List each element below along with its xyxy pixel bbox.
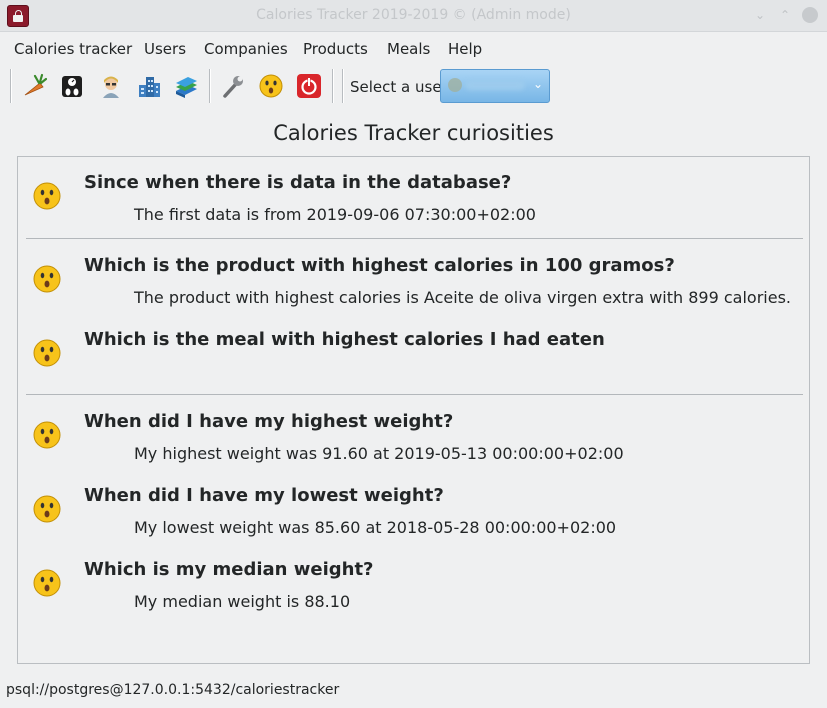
surprised-face-icon	[32, 181, 62, 211]
title-bar: Calories Tracker 2019-2019 © (Admin mode…	[0, 0, 827, 32]
close-icon[interactable]	[802, 7, 818, 23]
curiosity-answer: My highest weight was 91.60 at 2019-05-1…	[134, 444, 624, 463]
user-select[interactable]: ⌄	[440, 69, 550, 103]
toolbar-separator	[209, 69, 211, 103]
curiosity-question: Which is my median weight?	[84, 559, 374, 580]
books-icon[interactable]	[171, 71, 201, 101]
menu-meals[interactable]: Meals	[387, 40, 430, 58]
wrench-icon[interactable]	[218, 71, 248, 101]
menu-companies[interactable]: Companies	[204, 40, 288, 58]
surprised-face-icon	[32, 264, 62, 294]
maximize-icon[interactable]: ⌃	[778, 8, 792, 22]
menu-products[interactable]: Products	[303, 40, 368, 58]
select-user-label: Select a user	[350, 78, 448, 96]
carrot-food-icon[interactable]	[19, 71, 49, 101]
minimize-icon[interactable]: ⌄	[753, 8, 767, 22]
surprised-face-icon[interactable]	[256, 71, 286, 101]
power-exit-icon[interactable]	[294, 71, 324, 101]
toolbar-separator	[332, 69, 334, 103]
curiosity-answer: The product with highest calories is Ace…	[134, 288, 791, 307]
curiosity-question: When did I have my highest weight?	[84, 411, 454, 432]
curiosity-answer: My median weight is 88.10	[134, 592, 351, 611]
curiosity-answer: The first data is from 2019-09-06 07:30:…	[134, 205, 536, 224]
curiosities-panel: Since when there is data in the database…	[17, 156, 810, 664]
toolbar-separator	[10, 69, 12, 103]
menu-help[interactable]: Help	[448, 40, 482, 58]
page-title: Calories Tracker curiosities	[273, 121, 554, 145]
selected-user-value	[465, 80, 525, 90]
curiosity-answer: My lowest weight was 85.60 at 2018-05-28…	[134, 518, 617, 537]
surprised-face-icon	[32, 420, 62, 450]
weight-scale-icon[interactable]	[57, 71, 87, 101]
surprised-face-icon	[32, 568, 62, 598]
toolbar: Select a user ⌄	[0, 66, 827, 106]
curiosity-question: Since when there is data in the database…	[84, 172, 512, 193]
menu-calories-tracker[interactable]: Calories tracker	[14, 40, 132, 58]
curiosity-question: Which is the meal with highest calories …	[84, 329, 605, 350]
user-portrait-icon[interactable]	[96, 71, 126, 101]
surprised-face-icon	[32, 494, 62, 524]
surprised-face-icon	[32, 338, 62, 368]
menu-bar: Calories tracker Users Companies Product…	[0, 36, 827, 62]
divider	[26, 238, 803, 239]
curiosity-question: Which is the product with highest calori…	[84, 255, 675, 276]
menu-users[interactable]: Users	[144, 40, 186, 58]
divider	[26, 394, 803, 395]
status-bar: psql://postgres@127.0.0.1:5432/caloriest…	[6, 682, 340, 698]
window-title: Calories Tracker 2019-2019 © (Admin mode…	[256, 7, 571, 23]
user-avatar-icon	[448, 78, 462, 92]
chevron-down-icon: ⌄	[532, 77, 543, 91]
toolbar-separator	[342, 69, 344, 103]
company-building-icon[interactable]	[134, 71, 164, 101]
curiosity-question: When did I have my lowest weight?	[84, 485, 444, 506]
